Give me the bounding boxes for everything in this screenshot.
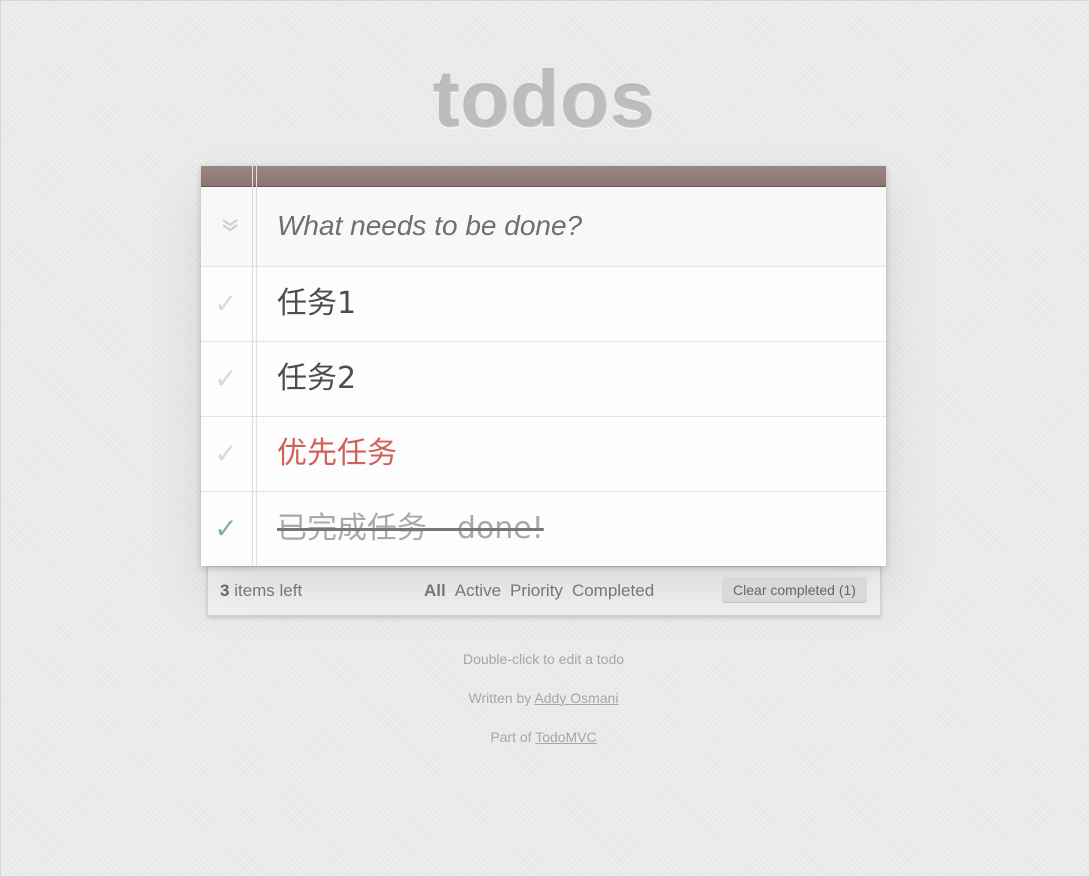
todomvc-link[interactable]: TodoMVC (535, 729, 596, 745)
header-bar (201, 166, 886, 187)
todo-label: 任务1 (277, 286, 357, 321)
todo-item[interactable]: ✓ 任务1 (201, 267, 886, 342)
part-of: Part of TodoMVC (490, 729, 597, 745)
todo-item-completed[interactable]: ✓ 已完成任务 - done! (201, 492, 886, 566)
todo-label: 优先任务 (277, 436, 397, 471)
author-link[interactable]: Addy Osmani (534, 690, 618, 706)
todo-list: ✓ 任务1 ✓ 任务2 ✓ 优先任务 ✓ 已完成任务 - done! (201, 267, 886, 566)
new-todo-input[interactable] (277, 206, 867, 246)
todo-footer: 3 items left All Active Priority Complet… (208, 568, 878, 612)
filter-active[interactable]: Active (455, 581, 501, 600)
new-todo-row (201, 186, 886, 267)
todo-item-priority[interactable]: ✓ 优先任务 (201, 417, 886, 492)
toggle-all-chevron-icon[interactable] (217, 214, 243, 240)
todo-label: 任务2 (277, 361, 357, 396)
edit-hint: Double-click to edit a todo (462, 651, 625, 667)
info-footer: Double-click to edit a todo Written by A… (0, 650, 1087, 767)
checkmark-icon[interactable]: ✓ (213, 437, 239, 471)
items-left-count: 3 items left (220, 581, 302, 601)
todo-item[interactable]: ✓ 任务2 (201, 342, 886, 417)
items-left-label: items left (229, 581, 303, 600)
filters: All Active Priority Completed (424, 581, 654, 601)
filter-priority[interactable]: Priority (510, 581, 563, 600)
filter-completed[interactable]: Completed (572, 581, 654, 600)
todo-app: ✓ 任务1 ✓ 任务2 ✓ 优先任务 ✓ 已完成任务 - done! (201, 166, 886, 566)
written-by: Written by Addy Osmani (468, 690, 619, 706)
app-title: todos (433, 55, 657, 144)
clear-completed-button[interactable]: Clear completed (1) (722, 577, 867, 603)
filter-all[interactable]: All (424, 581, 446, 600)
checkmark-icon[interactable]: ✓ (213, 287, 239, 321)
todo-label: 已完成任务 - done! (277, 511, 544, 546)
checkmark-icon[interactable]: ✓ (213, 362, 239, 396)
checkmark-icon[interactable]: ✓ (213, 512, 239, 546)
